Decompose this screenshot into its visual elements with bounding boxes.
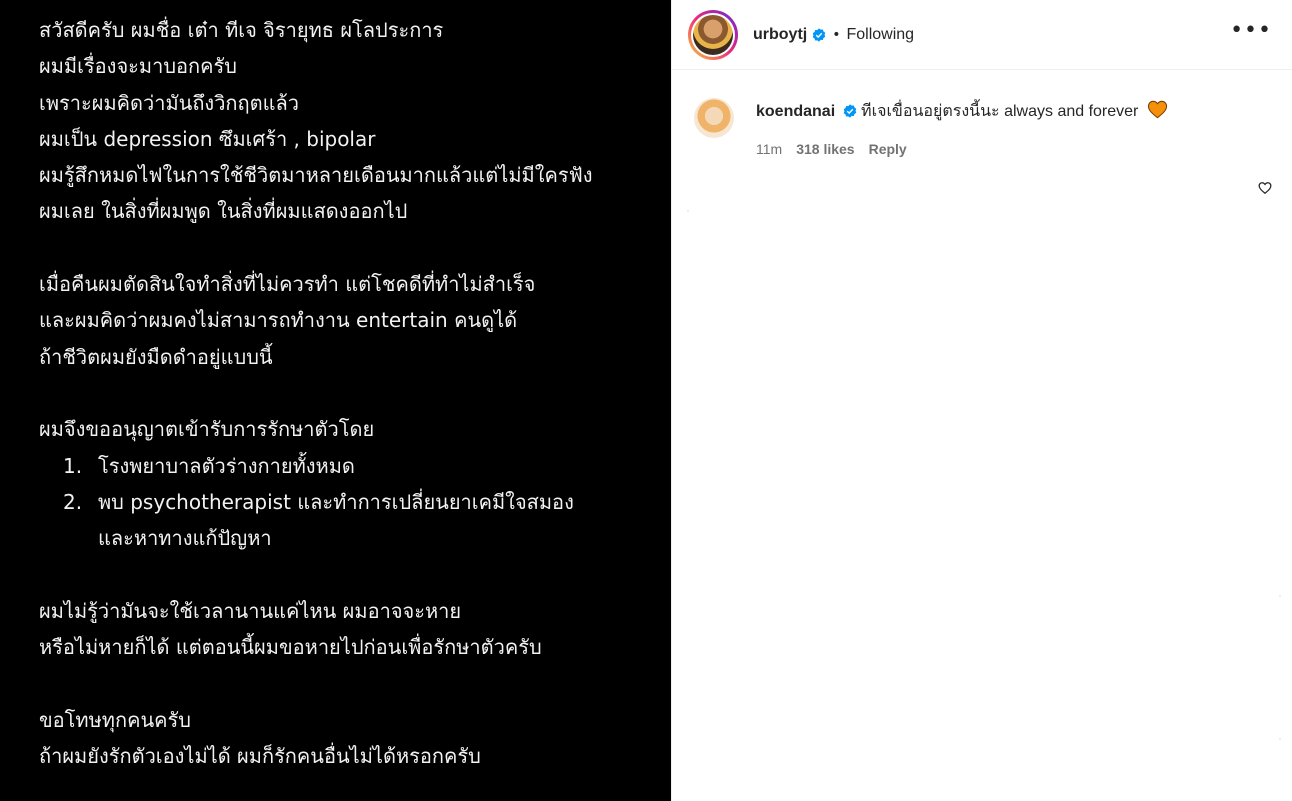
post-line: เมื่อคืนผมตัดสินใจทำสิ่งที่ไม่ควรทำ แต่โ… <box>39 272 536 297</box>
comment-text-row: koendanai ทีเจเขื่อนอยู่ตรงนี้นะ always … <box>756 98 1292 124</box>
post-line: ผมจึงขออนุญาตเข้ารับการรักษาตัวโดย <box>39 417 375 442</box>
comment-meta: 11m 318 likes Reply <box>756 141 1292 157</box>
post-list-continuation: และหาทางแก้ปัญหา <box>98 526 272 551</box>
author-username[interactable]: urboytj <box>753 26 807 44</box>
post-list: 1. โรงพยาบาลตัวร่างกายทั้งหมด 2. พบ psycho… <box>39 448 671 557</box>
post-header: urboytj • Following ••• <box>672 0 1292 70</box>
verified-badge-icon <box>843 104 857 118</box>
story-avatar[interactable] <box>688 9 738 60</box>
post-line: ผมไม่รู้ว่ามันจะใช้เวลานานแค่ไหน ผมอาจจะ… <box>39 598 462 623</box>
post-line: ผมเป็น depression ซึมเศร้า , bipolar <box>39 126 376 151</box>
post-line: สวัสดีครับ ผมชื่อ เต๋า ทีเจ จิรายุทธ ผโล… <box>39 18 444 42</box>
post-line: ขอโทษทุกคนครับ <box>39 707 191 732</box>
divider-mark <box>1279 738 1281 740</box>
post-line: ถ้าผมยังรักตัวเองไม่ได้ ผมก็รักคนอื่นไม่… <box>39 743 481 768</box>
commenter-username[interactable]: koendanai <box>756 103 835 120</box>
comments-panel: urboytj • Following ••• koendanai ทีเจเข… <box>671 0 1292 801</box>
list-number: 1. <box>63 453 83 478</box>
list-text: พบ psychotherapist และทำการเปลี่ยนยาเคมี… <box>98 489 574 514</box>
more-options-icon[interactable]: ••• <box>1230 20 1272 42</box>
following-button[interactable]: Following <box>846 26 914 44</box>
instagram-post-view: สวัสดีครับ ผมชื่อ เต๋า ทีเจ จิรายุทธ ผโล… <box>0 0 1292 801</box>
post-list-item: 1. โรงพยาบาลตัวร่างกายทั้งหมด <box>63 448 671 484</box>
divider-mark <box>1279 595 1281 597</box>
list-number: 2. <box>63 489 83 514</box>
post-line: ผมเลย ในสิ่งที่ผมพูด ในสิ่งที่ผมแสดงออกไ… <box>39 199 408 224</box>
post-line: เพราะผมคิดว่ามันถึงวิกฤตแล้ว <box>39 90 300 115</box>
post-line: ผมมีเรื่องจะมาบอกครับ <box>39 54 237 79</box>
verified-badge-icon <box>812 27 826 42</box>
comment-time: 11m <box>756 141 783 157</box>
comment-body: ทีเจเขื่อนอยู่ตรงนี้นะ always and foreve… <box>861 103 1139 120</box>
heart-outline-icon[interactable] <box>1258 180 1272 195</box>
post-line: ถ้าชีวิตผมยังมืดดำอยู่แบบนี้ <box>39 344 273 369</box>
post-line: ผมรู้สึกหมดไฟในการใช้ชีวิตมาหลายเดือนมาก… <box>39 163 593 188</box>
divider-mark <box>687 210 689 212</box>
orange-heart-emoji <box>1147 100 1168 119</box>
comment-likes[interactable]: 318 likes <box>796 141 854 157</box>
post-image: สวัสดีครับ ผมชื่อ เต๋า ทีเจ จิรายุทธ ผโล… <box>0 0 671 801</box>
separator-dot: • <box>832 26 841 43</box>
comment-item: koendanai ทีเจเขื่อนอยู่ตรงนี้นะ always … <box>672 70 1292 195</box>
list-text: โรงพยาบาลตัวร่างกายทั้งหมด <box>98 453 355 478</box>
avatar <box>693 14 733 55</box>
post-line: หรือไม่หายก็ได้ แต่ตอนนี้ผมขอหายไปก่อนเพ… <box>39 635 542 660</box>
post-list-item: 2. พบ psychotherapist และทำการเปลี่ยนยาเค… <box>63 484 671 520</box>
post-line: และผมคิดว่าผมคงไม่สามารถทำงาน entertain … <box>39 308 518 333</box>
reply-button[interactable]: Reply <box>869 141 907 157</box>
commenter-avatar[interactable] <box>694 98 734 138</box>
